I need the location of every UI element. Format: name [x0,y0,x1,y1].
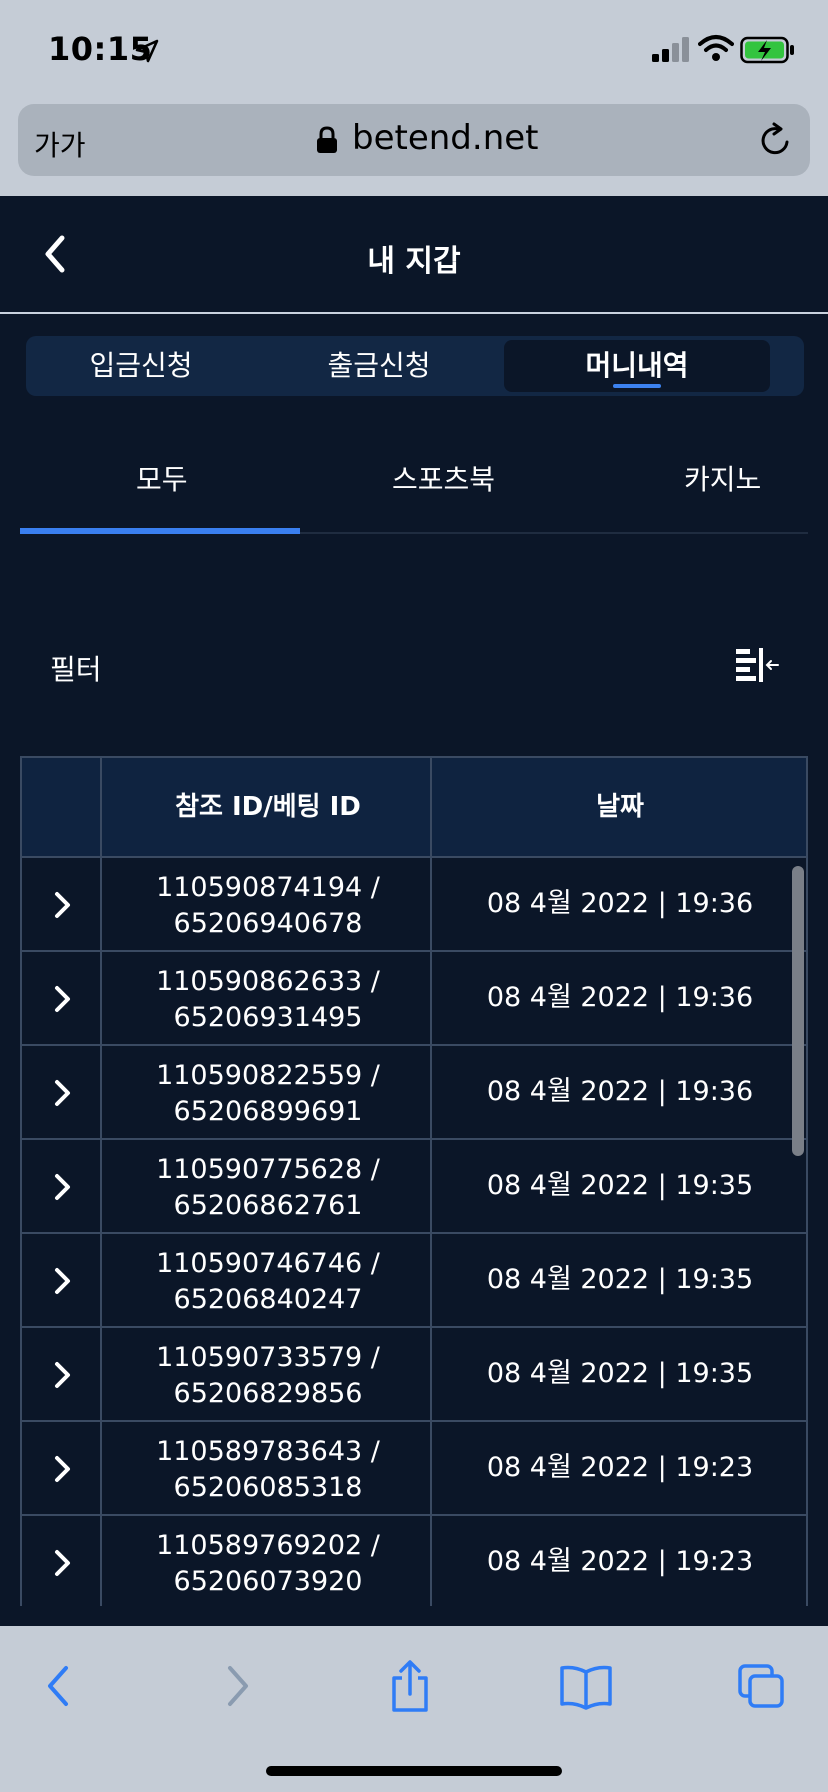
tab-deposit-request[interactable]: 입금신청 [26,336,256,396]
bookmarks-icon[interactable] [556,1660,616,1712]
row-date: 08 4월 2022 | 19:35 [486,1264,754,1295]
table-row[interactable]: 110590862633 /65206931495 08 4월 2022 | 1… [22,952,806,1046]
money-history-table: 참조 ID/베팅 ID 날짜 110590874194 /65206940678… [20,756,808,1606]
url-text[interactable]: betend.net [352,118,539,158]
reload-icon[interactable] [758,122,794,158]
ref-bet-id: 110589769202 /65206073920 [156,1530,380,1597]
table-row[interactable]: 110590874194 /65206940678 08 4월 2022 | 1… [22,858,806,952]
subtab-sportsbook[interactable]: 스포츠북 [392,458,495,498]
history-category-tabs: 모두 스포츠북 카지노 [20,430,808,534]
ref-bet-id: 110590822559 /65206899691 [156,1060,380,1127]
battery-charging-icon [740,36,794,64]
ref-bet-id: 110589783643 /65206085318 [156,1436,380,1503]
cellular-signal-icon [652,37,689,62]
chevron-right-icon[interactable] [52,1078,74,1108]
table-row[interactable]: 110590746746 /65206840247 08 4월 2022 | 1… [22,1234,806,1328]
ref-bet-id: 110590733579 /65206829856 [156,1342,380,1409]
table-row[interactable]: 110590775628 /65206862761 08 4월 2022 | 1… [22,1140,806,1234]
reader-text-size-button[interactable]: 가가 [34,124,86,164]
app-header: 내 지갑 [0,196,828,314]
tab-money-history-label: 머니내역 [585,349,689,382]
ref-bet-id: 110590775628 /65206862761 [156,1154,380,1221]
chevron-right-icon[interactable] [52,1360,74,1390]
row-date: 08 4월 2022 | 19:23 [486,1452,754,1483]
lock-icon [317,126,337,153]
table-row[interactable]: 110589783643 /65206085318 08 4월 2022 | 1… [22,1422,806,1516]
filter-collapse-icon[interactable] [734,646,780,684]
subtab-all[interactable]: 모두 [136,458,188,498]
wallet-tabs: 입금신청 출금신청 머니내역 [26,336,804,396]
table-scrollbar[interactable] [792,866,804,1156]
chevron-right-icon[interactable] [52,1454,74,1484]
chevron-right-icon[interactable] [52,1266,74,1296]
row-date: 08 4월 2022 | 19:36 [486,982,754,1013]
table-row[interactable]: 110589769202 /65206073920 08 4월 2022 | 1… [22,1516,806,1606]
browser-top-chrome: 10:15 가가 betend.net [0,0,828,196]
table-header: 참조 ID/베팅 ID 날짜 [22,758,806,858]
subtab-casino[interactable]: 카지노 [684,458,761,498]
column-header-date: 날짜 [596,792,644,822]
home-indicator [266,1766,562,1776]
share-icon[interactable] [380,1660,440,1712]
browser-bottom-toolbar [0,1626,828,1792]
address-bar[interactable]: 가가 betend.net [18,104,810,176]
forward-arrow-icon[interactable] [206,1660,266,1712]
chevron-right-icon[interactable] [52,890,74,920]
subtab-active-indicator [20,528,300,534]
chevron-right-icon[interactable] [52,1172,74,1202]
active-tab-underline [613,384,661,388]
row-date: 08 4월 2022 | 19:35 [486,1170,754,1201]
row-date: 08 4월 2022 | 19:35 [486,1358,754,1389]
back-arrow-icon[interactable] [30,1660,90,1712]
row-date: 08 4월 2022 | 19:36 [486,1076,754,1107]
row-date: 08 4월 2022 | 19:36 [486,888,754,919]
location-arrow-icon [135,39,159,63]
tab-money-history[interactable]: 머니내역 [504,340,770,392]
ref-bet-id: 110590746746 /65206840247 [156,1248,380,1315]
page-title: 내 지갑 [367,244,461,279]
chevron-right-icon[interactable] [52,1548,74,1578]
ref-bet-id: 110590862633 /65206931495 [156,966,380,1033]
status-bar: 10:15 [0,0,828,100]
table-row[interactable]: 110590733579 /65206829856 08 4월 2022 | 1… [22,1328,806,1422]
chevron-right-icon[interactable] [52,984,74,1014]
tabs-icon[interactable] [734,1660,794,1712]
tab-withdraw-request[interactable]: 출금신청 [264,336,494,396]
column-header-ref-id: 참조 ID/베팅 ID [175,792,361,822]
filter-label[interactable]: 필터 [50,648,102,688]
row-date: 08 4월 2022 | 19:23 [486,1546,754,1577]
table-row[interactable]: 110590822559 /65206899691 08 4월 2022 | 1… [22,1046,806,1140]
ref-bet-id: 110590874194 /65206940678 [156,872,380,939]
wifi-icon [698,35,734,61]
